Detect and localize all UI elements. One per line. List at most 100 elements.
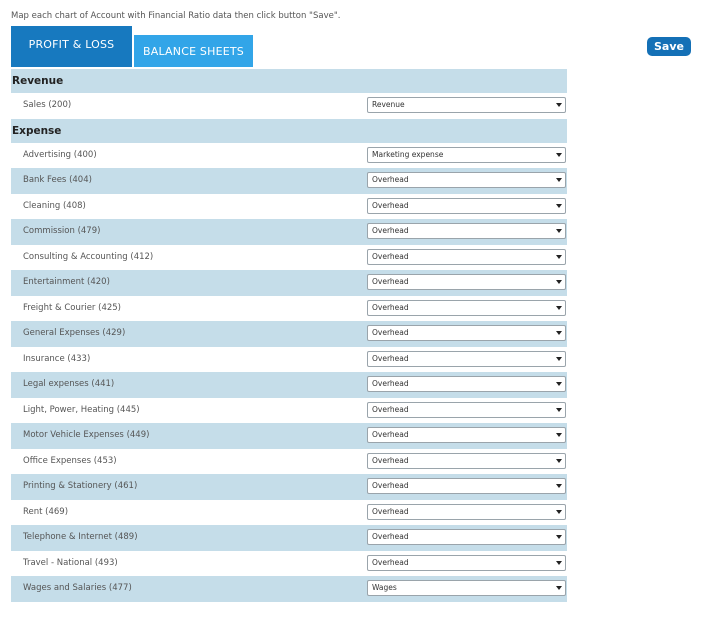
account-label: Consulting & Accounting (412) (23, 251, 154, 262)
mapping-select[interactable]: Overhead (367, 350, 566, 367)
mapping-select-value: Overhead (372, 430, 409, 439)
chevron-down-icon (556, 382, 562, 386)
chevron-down-icon (556, 178, 562, 182)
table-row: Insurance (433) Overhead (11, 347, 567, 373)
table-row: Travel - National (493) Overhead (11, 551, 567, 577)
chevron-down-icon (556, 535, 562, 539)
chevron-down-icon (556, 560, 562, 565)
account-label: Travel - National (493) (23, 557, 118, 568)
account-label: Light, Power, Heating (445) (23, 404, 140, 415)
mapping-select-value: Revenue (372, 100, 405, 109)
account-label: Telephone & Internet (489) (23, 532, 138, 542)
mapping-select[interactable]: Wages (367, 580, 566, 596)
mapping-select[interactable]: Overhead (367, 172, 566, 188)
mapping-select[interactable]: Revenue (367, 97, 566, 113)
chevron-down-icon (556, 254, 562, 259)
account-label: Insurance (433) (23, 353, 91, 364)
mapping-select-value: Overhead (372, 404, 409, 414)
table-row: Sales (200) Revenue (11, 93, 567, 119)
mapping-select[interactable]: Overhead (367, 274, 566, 290)
chevron-down-icon (556, 509, 562, 514)
mapping-select-value: Overhead (372, 455, 409, 465)
mapping-select-value: Overhead (372, 175, 409, 184)
section-header-expense: Expense (11, 118, 567, 143)
mapping-select[interactable]: Overhead (367, 248, 566, 265)
account-label: Office Expenses (453) (23, 455, 117, 466)
mapping-select[interactable]: Overhead (367, 529, 566, 545)
account-label: Wages and Salaries (477) (23, 583, 132, 593)
table-row: Bank Fees (404) Overhead (11, 168, 567, 194)
account-label: Cleaning (408) (23, 200, 86, 211)
account-label: Freight & Courier (425) (23, 302, 121, 313)
table-row: Light, Power, Heating (445) Overhead (11, 398, 567, 424)
mapping-select-value: Overhead (372, 251, 409, 261)
tab-balance-sheets[interactable]: BALANCE SHEETS (134, 35, 253, 67)
mapping-select-value: Overhead (372, 379, 409, 388)
mapping-select[interactable]: Marketing expense (367, 146, 566, 163)
mapping-select[interactable]: Overhead (367, 452, 566, 469)
table-row: Advertising (400) Marketing expense (11, 143, 567, 169)
account-label: Advertising (400) (23, 149, 97, 160)
chevron-down-icon (556, 433, 562, 437)
account-label: Printing & Stationery (461) (23, 481, 138, 491)
mapping-select-value: Overhead (372, 200, 409, 210)
table-row: Wages and Salaries (477) Wages (11, 576, 567, 602)
account-label: General Expenses (429) (23, 328, 126, 338)
mapping-select-value: Marketing expense (372, 149, 444, 159)
mapping-select[interactable]: Overhead (367, 503, 566, 520)
instruction-text: Map each chart of Account with Financial… (11, 11, 341, 21)
mapping-select-value: Wages (372, 583, 397, 592)
mapping-select-value: Overhead (372, 532, 409, 541)
chevron-down-icon (556, 331, 562, 335)
table-row: Consulting & Accounting (412) Overhead (11, 245, 567, 271)
mapping-select-value: Overhead (372, 557, 409, 567)
mapping-select-value: Overhead (372, 328, 409, 337)
chevron-down-icon (556, 407, 562, 412)
chevron-down-icon (556, 280, 562, 284)
account-label: Sales (200) (23, 100, 72, 110)
table-row: Printing & Stationery (461) Overhead (11, 474, 567, 500)
chevron-down-icon (556, 203, 562, 208)
table-row: Commission (479) Overhead (11, 219, 567, 245)
mapping-select[interactable]: Overhead (367, 427, 566, 443)
table-row: General Expenses (429) Overhead (11, 321, 567, 347)
mapping-select[interactable]: Overhead (367, 401, 566, 418)
chevron-down-icon (556, 103, 562, 107)
account-label: Commission (479) (23, 226, 101, 236)
chevron-down-icon (556, 152, 562, 157)
section-header-revenue: Revenue (11, 69, 567, 93)
mapping-select[interactable]: Overhead (367, 325, 566, 341)
chevron-down-icon (556, 458, 562, 463)
table-row: Rent (469) Overhead (11, 500, 567, 526)
mapping-select-value: Overhead (372, 506, 409, 516)
account-label: Motor Vehicle Expenses (449) (23, 430, 150, 440)
account-label: Bank Fees (404) (23, 175, 92, 185)
account-mapping-table: Revenue Sales (200) Revenue Expense Advertis… (11, 69, 567, 602)
chevron-down-icon (556, 356, 562, 361)
chevron-down-icon (556, 586, 562, 590)
mapping-select[interactable]: Overhead (367, 478, 566, 494)
mapping-select[interactable]: Overhead (367, 299, 566, 316)
mapping-select[interactable]: Overhead (367, 223, 566, 239)
save-button[interactable]: Save (647, 37, 691, 56)
table-row: Cleaning (408) Overhead (11, 194, 567, 220)
mapping-select-value: Overhead (372, 481, 409, 490)
mapping-select[interactable]: Overhead (367, 554, 566, 571)
mapping-select-value: Overhead (372, 277, 409, 286)
chevron-down-icon (556, 305, 562, 310)
table-row: Freight & Courier (425) Overhead (11, 296, 567, 322)
table-row: Legal expenses (441) Overhead (11, 372, 567, 398)
chevron-down-icon (556, 484, 562, 488)
table-row: Telephone & Internet (489) Overhead (11, 525, 567, 551)
mapping-select-value: Overhead (372, 302, 409, 312)
table-row: Entertainment (420) Overhead (11, 270, 567, 296)
account-label: Entertainment (420) (23, 277, 110, 287)
mapping-select[interactable]: Overhead (367, 376, 566, 392)
account-label: Rent (469) (23, 506, 69, 517)
account-label: Legal expenses (441) (23, 379, 115, 389)
mapping-select[interactable]: Overhead (367, 197, 566, 214)
tab-profit-loss[interactable]: PROFIT & LOSS (11, 26, 132, 67)
chevron-down-icon (556, 229, 562, 233)
mapping-select-value: Overhead (372, 226, 409, 235)
table-row: Motor Vehicle Expenses (449) Overhead (11, 423, 567, 449)
